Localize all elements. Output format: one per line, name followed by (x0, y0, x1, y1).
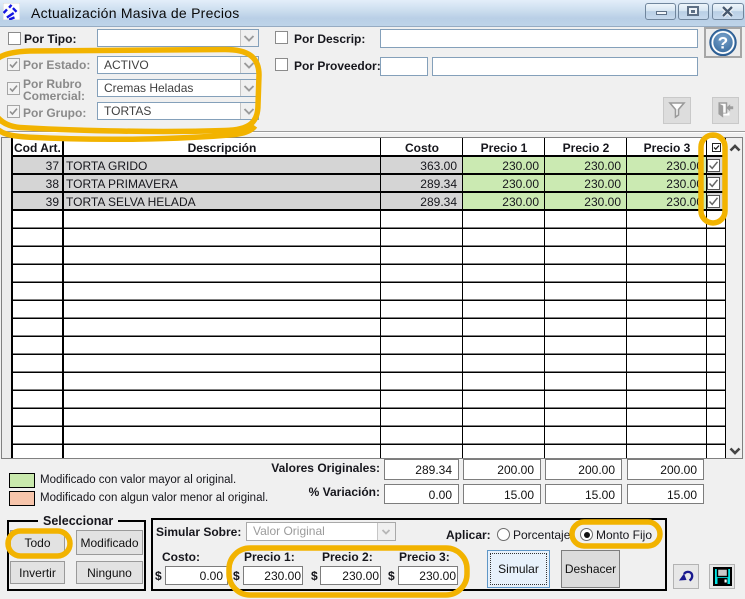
svg-text:?: ? (718, 34, 728, 53)
